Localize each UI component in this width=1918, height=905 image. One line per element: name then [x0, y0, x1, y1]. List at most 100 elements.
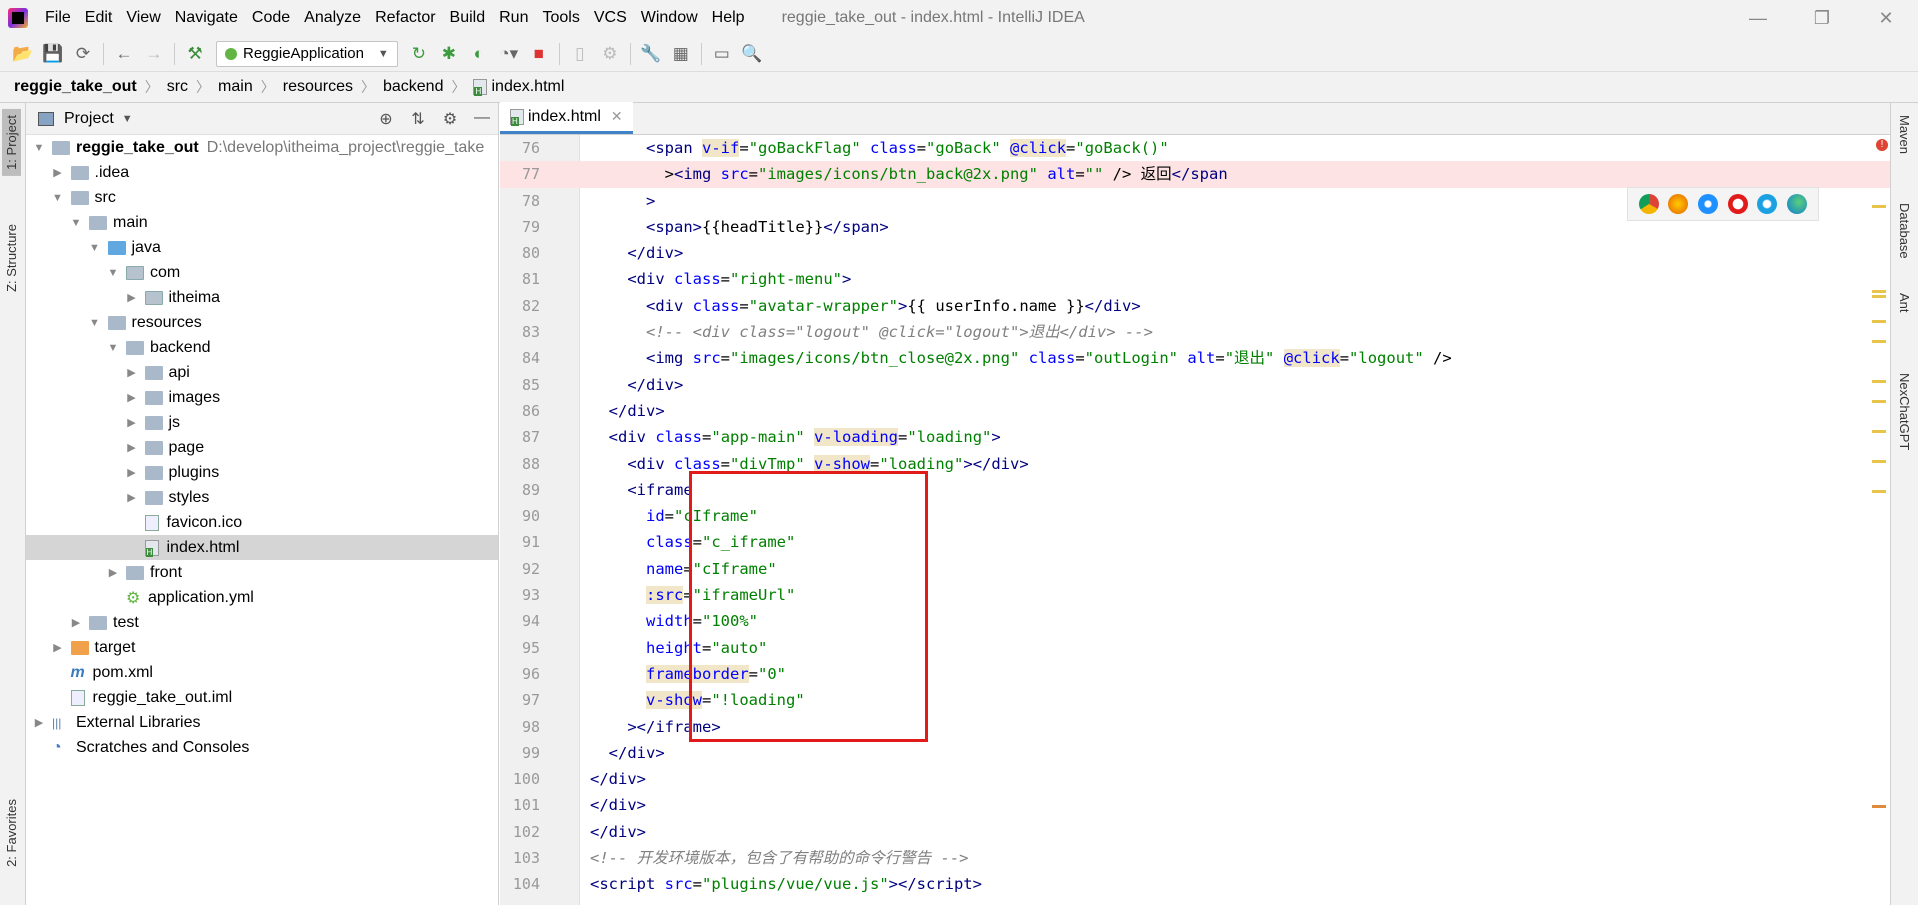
collapse-arrow-icon[interactable]: ▶ [106, 566, 120, 579]
tree-item[interactable]: ▶ page [26, 435, 498, 460]
code-line[interactable]: 84 <img src="images/icons/btn_close@2x.p… [500, 345, 1890, 371]
project-structure-icon[interactable]: ▦ [666, 41, 696, 67]
tree-item[interactable]: ▶ itheima [26, 285, 498, 310]
code-line[interactable]: 99 </div> [500, 740, 1890, 766]
collapse-all-icon[interactable]: ⇅ [402, 109, 434, 129]
menu-item-run[interactable]: Run [492, 0, 535, 36]
structure-tool-tab[interactable]: Z: Structure [2, 218, 21, 298]
ie-icon[interactable] [1757, 194, 1778, 214]
tool-tab-maven[interactable]: Maven [1897, 115, 1912, 154]
code-line[interactable]: 101 </div> [500, 792, 1890, 818]
debug-icon[interactable]: ✱ [434, 41, 464, 67]
tree-item[interactable]: ▶ styles [26, 485, 498, 510]
tree-item[interactable]: ▼ main [26, 210, 498, 235]
close-icon[interactable]: ✕ [1854, 0, 1918, 36]
code-line[interactable]: 83 <!-- <div class="logout" @click="logo… [500, 319, 1890, 345]
forward-arrow-icon[interactable]: → [139, 41, 169, 67]
device-icon[interactable]: ▯ [565, 41, 595, 67]
search-icon[interactable]: 🔍 [737, 41, 767, 67]
menu-item-build[interactable]: Build [443, 0, 493, 36]
gear-bug-icon[interactable]: ⚙ [595, 41, 625, 67]
warning-marker[interactable] [1872, 430, 1886, 433]
breadcrumb-item[interactable]: src [167, 78, 188, 96]
menu-item-vcs[interactable]: VCS [587, 0, 634, 36]
breadcrumb-item[interactable]: resources [283, 78, 353, 96]
collapse-arrow-icon[interactable]: ▶ [125, 466, 139, 479]
open-folder-icon[interactable]: 📂 [8, 41, 38, 67]
breadcrumb-item[interactable]: index.html [473, 78, 564, 96]
project-tool-tab[interactable]: 1: Project [2, 109, 21, 176]
tool-tab-nexchatgpt[interactable]: NexChatGPT [1897, 373, 1912, 450]
tree-item[interactable]: ▶ api [26, 360, 498, 385]
expand-arrow-icon[interactable]: ▼ [88, 317, 102, 329]
expand-arrow-icon[interactable]: ▼ [69, 217, 83, 229]
favorites-tool-tab[interactable]: 2: Favorites [2, 793, 21, 873]
warning-marker[interactable] [1872, 295, 1886, 298]
collapse-arrow-icon[interactable]: ▶ [125, 366, 139, 379]
breadcrumb-item[interactable]: backend [383, 78, 444, 96]
restore-icon[interactable]: ❐ [1790, 0, 1854, 36]
menu-item-tools[interactable]: Tools [535, 0, 586, 36]
warning-marker[interactable] [1872, 320, 1886, 323]
terminal-icon[interactable]: ▭ [707, 41, 737, 67]
collapse-arrow-icon[interactable]: ▶ [32, 716, 46, 729]
warning-marker[interactable] [1872, 290, 1886, 293]
code-line[interactable]: 104 <script src="plugins/vue/vue.js"></sc… [500, 871, 1890, 897]
firefox-icon[interactable] [1668, 194, 1689, 214]
save-icon[interactable]: 💾 [38, 41, 68, 67]
menu-item-refactor[interactable]: Refactor [368, 0, 442, 36]
tree-item[interactable]: ▼ src [26, 185, 498, 210]
collapse-arrow-icon[interactable]: ▶ [125, 291, 139, 304]
collapse-arrow-icon[interactable]: ▶ [125, 416, 139, 429]
code-line[interactable]: 80 </div> [500, 240, 1890, 266]
collapse-arrow-icon[interactable]: ▶ [125, 441, 139, 454]
collapse-arrow-icon[interactable]: ▶ [69, 616, 83, 629]
wrench-icon[interactable]: 🔧 [636, 41, 666, 67]
tree-item[interactable]: ▼ java [26, 235, 498, 260]
hide-icon[interactable]: — [466, 109, 498, 129]
menu-item-navigate[interactable]: Navigate [168, 0, 245, 36]
tree-item[interactable]: ▶ plugins [26, 460, 498, 485]
expand-arrow-icon[interactable]: ▼ [51, 192, 65, 204]
build-hammer-icon[interactable]: ⚒ [180, 41, 210, 67]
minimize-icon[interactable]: — [1726, 0, 1790, 36]
code-line[interactable]: 87 <div class="app-main" v-loading="load… [500, 424, 1890, 450]
error-indicator-icon[interactable]: ! [1876, 139, 1888, 151]
code-line[interactable]: 81 <div class="right-menu"> [500, 266, 1890, 292]
code-line[interactable]: 100 </div> [500, 766, 1890, 792]
code-line[interactable]: 85 </div> [500, 372, 1890, 398]
warning-marker[interactable] [1872, 805, 1886, 808]
tree-item[interactable]: ▶ target [26, 635, 498, 660]
menu-item-analyze[interactable]: Analyze [297, 0, 368, 36]
coverage-icon[interactable]: ◐ [464, 41, 494, 67]
chrome-icon[interactable] [1638, 194, 1659, 214]
sync-icon[interactable]: ⟳ [68, 41, 98, 67]
menu-item-code[interactable]: Code [245, 0, 297, 36]
tree-item[interactable]: ▶ .idea [26, 160, 498, 185]
tree-item[interactable]: ▼ reggie_take_out D:\develop\itheima_proje… [26, 135, 498, 160]
warning-marker[interactable] [1872, 340, 1886, 343]
menu-item-help[interactable]: Help [705, 0, 752, 36]
collapse-arrow-icon[interactable]: ▶ [125, 491, 139, 504]
warning-marker[interactable] [1872, 490, 1886, 493]
chevron-down-icon[interactable]: ▼ [122, 113, 133, 125]
tree-item[interactable]: ▶ test [26, 610, 498, 635]
back-arrow-icon[interactable]: ← [109, 41, 139, 67]
expand-arrow-icon[interactable]: ▼ [88, 242, 102, 254]
tree-item[interactable]: ▶ front [26, 560, 498, 585]
tree-item[interactable]: ▼ backend [26, 335, 498, 360]
tree-item[interactable]: ⚙ application.yml [26, 585, 498, 610]
expand-arrow-icon[interactable]: ▼ [32, 142, 46, 154]
tree-item[interactable]: m pom.xml [26, 660, 498, 685]
tree-item[interactable]: reggie_take_out.iml [26, 685, 498, 710]
tree-item[interactable]: index.html [26, 535, 498, 560]
safari-icon[interactable] [1698, 194, 1719, 214]
code-line[interactable]: 77 ><img src="images/icons/btn_back@2x.p… [500, 161, 1890, 188]
menu-item-file[interactable]: File [38, 0, 78, 36]
code-line[interactable]: 102 </div> [500, 819, 1890, 845]
code-line[interactable]: 76 <span v-if="goBackFlag" class="goBack… [500, 135, 1890, 161]
opera-icon[interactable] [1727, 194, 1748, 214]
tree-item[interactable]: ◔ Scratches and Consoles [26, 735, 498, 760]
warning-marker[interactable] [1872, 460, 1886, 463]
locate-icon[interactable]: ⊕ [370, 109, 402, 129]
